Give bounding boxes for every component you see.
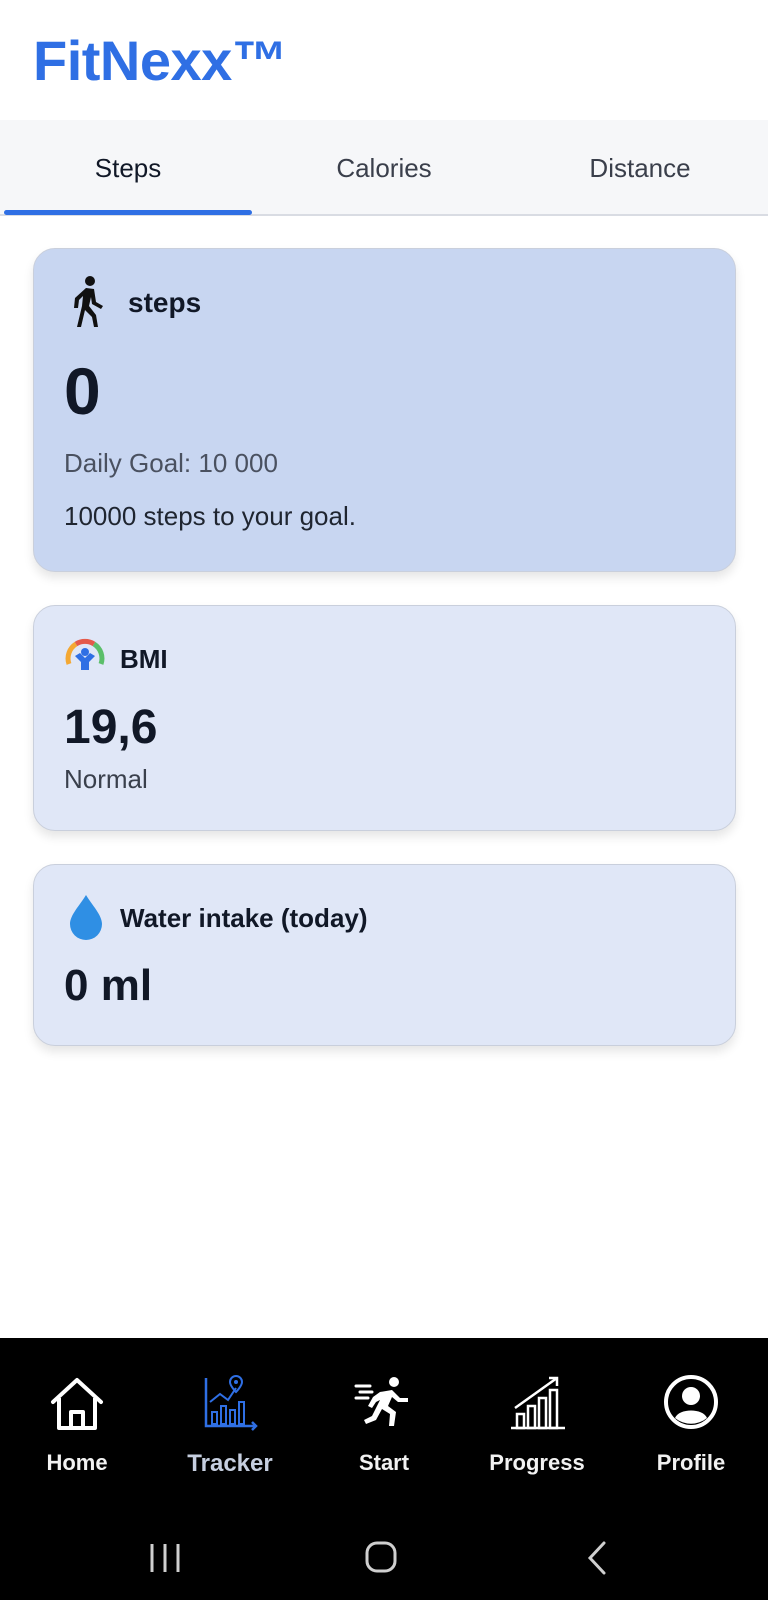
nav-home[interactable]: Home [0,1372,154,1490]
system-navigation-bar [0,1520,768,1600]
recent-apps-icon[interactable] [148,1542,182,1574]
steps-card[interactable]: steps 0 Daily Goal: 10 000 10000 steps t… [33,248,736,572]
running-person-icon [354,1372,414,1434]
back-icon[interactable] [584,1540,610,1576]
tab-steps[interactable]: Steps [0,120,256,216]
steps-remaining-text: 10000 steps to your goal. [64,501,356,531]
walking-person-icon [68,275,108,329]
bmi-gauge-icon [64,636,106,678]
water-intake-value: 0 ml [64,961,153,1010]
bmi-status: Normal [64,764,148,794]
metric-tabs: Steps Calories Distance [0,120,768,216]
nav-tracker[interactable]: Tracker [153,1372,307,1490]
nav-progress-label: Progress [489,1450,585,1475]
nav-start-label: Start [358,1450,410,1475]
app-brand-title: FitNexx™ [33,29,288,92]
active-tab-indicator [4,210,252,215]
home-icon [47,1372,107,1434]
water-intake-card[interactable]: Water intake (today) 0 ml [33,864,736,1046]
nav-profile-label: Profile [656,1450,726,1475]
nav-start[interactable]: Start [307,1372,461,1490]
home-button-icon[interactable] [364,1540,398,1574]
bmi-value: 19,6 [64,701,158,754]
water-card-title: Water intake (today) [120,903,368,933]
user-circle-icon [661,1372,721,1434]
steps-count: 0 [64,354,101,428]
bmi-card[interactable]: BMI 19,6 Normal [33,605,736,831]
nav-profile[interactable]: Profile [614,1372,768,1490]
water-drop-icon [66,893,106,941]
steps-card-title: steps [128,287,202,318]
tracker-chart-icon [200,1372,260,1434]
steps-daily-goal: Daily Goal: 10 000 [64,448,278,478]
nav-tracker-label: Tracker [187,1450,273,1477]
tab-distance[interactable]: Distance [512,120,768,216]
nav-progress[interactable]: Progress [460,1372,614,1490]
bmi-card-title: BMI [120,644,168,674]
app-header: FitNexx™ [0,0,768,120]
bar-chart-icon [507,1372,567,1434]
nav-home-label: Home [46,1450,108,1475]
tab-calories[interactable]: Calories [256,120,512,216]
